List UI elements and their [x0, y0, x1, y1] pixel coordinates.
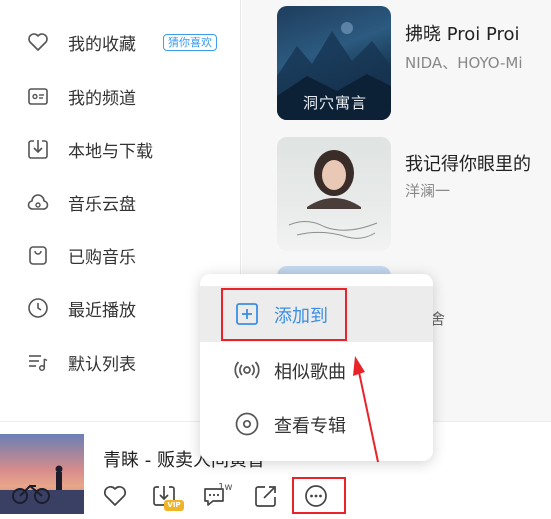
song-artist[interactable]: 洋澜一 — [405, 180, 450, 201]
cover-text: 洞穴寓言 — [303, 94, 368, 112]
sidebar-item-purchased[interactable]: 已购音乐 — [0, 235, 241, 275]
menu-item-view-album[interactable]: 查看专辑 — [200, 396, 433, 452]
download-icon — [26, 137, 50, 161]
sidebar-item-label: 我的频道 — [68, 88, 136, 109]
vip-tag: VIP — [164, 500, 184, 511]
heart-icon — [26, 30, 50, 54]
menu-item-label: 查看专辑 — [274, 416, 346, 437]
comment-count: 1w — [218, 482, 233, 493]
heart-icon[interactable] — [101, 482, 129, 510]
clock-icon — [26, 296, 50, 320]
playlist-icon — [26, 350, 50, 374]
sidebar-item-label: 音乐云盘 — [68, 194, 136, 215]
now-playing-cover[interactable] — [0, 434, 84, 514]
list-item[interactable]: 洞穴寓言 拂晓 Proi Proi NIDA、HOYO-Mi — [242, 2, 551, 122]
purchased-bag-icon — [26, 243, 50, 267]
radio-waves-icon — [233, 356, 261, 384]
sidebar-item-cloud-drive[interactable]: 音乐云盘 — [0, 182, 241, 222]
menu-item-similar-songs[interactable]: 相似歌曲 — [200, 342, 433, 398]
song-title[interactable]: 拂晓 Proi Proi — [405, 20, 520, 46]
guess-you-like-badge[interactable]: 猜你喜欢 — [163, 34, 217, 51]
song-artist[interactable]: NIDA、HOYO-Mi — [405, 52, 523, 73]
song-title[interactable]: 我记得你眼里的 — [405, 150, 531, 176]
annotation-box-add-to — [221, 288, 347, 341]
sidebar-item-label: 我的收藏 — [68, 34, 136, 55]
album-cover[interactable]: 洞穴寓言 — [277, 6, 391, 120]
sidebar-item-label: 默认列表 — [68, 354, 136, 375]
sidebar-item-local-download[interactable]: 本地与下载 — [0, 129, 241, 169]
sidebar-item-channel[interactable]: 我的频道 — [0, 76, 241, 116]
sidebar-item-label: 已购音乐 — [68, 247, 136, 268]
channel-icon — [26, 84, 50, 108]
sidebar-item-label: 最近播放 — [68, 300, 136, 321]
sidebar-item-favorites[interactable]: 我的收藏 猜你喜欢 — [0, 22, 241, 62]
album-disc-icon — [233, 410, 261, 438]
annotation-box-more — [292, 477, 346, 514]
share-icon[interactable] — [252, 482, 280, 510]
menu-item-label: 相似歌曲 — [274, 362, 346, 383]
cloud-icon — [26, 190, 50, 214]
album-cover[interactable] — [277, 137, 391, 251]
sidebar-item-label: 本地与下载 — [68, 141, 153, 162]
list-item[interactable]: 我记得你眼里的 洋澜一 — [242, 134, 551, 254]
